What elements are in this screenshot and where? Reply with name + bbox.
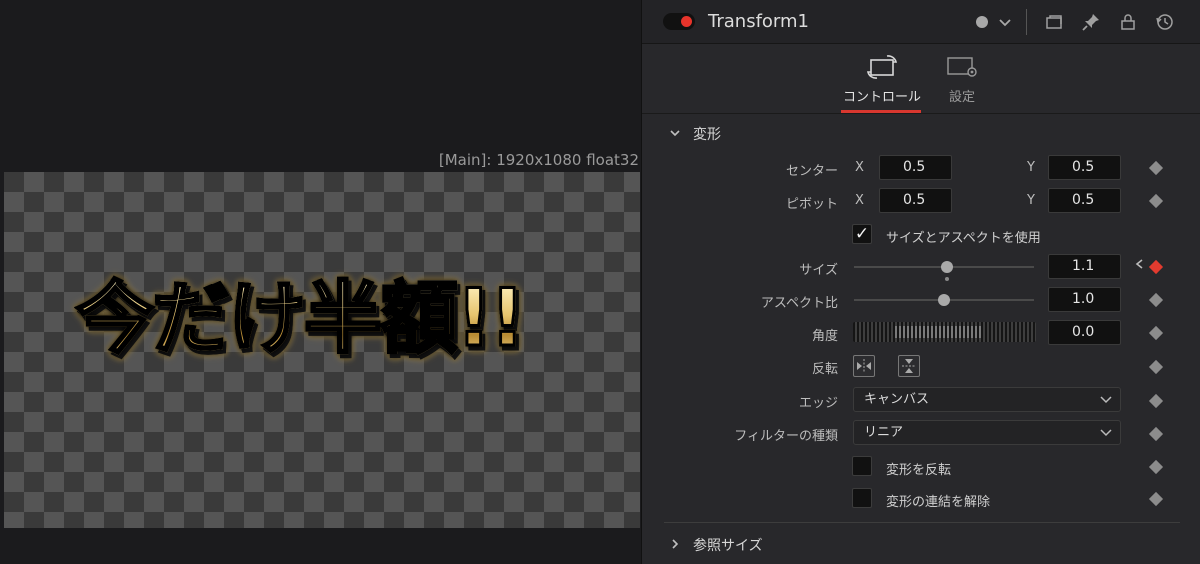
flatten-transform-label: 変形の連結を解除 <box>886 495 991 510</box>
center-x-input[interactable]: 0.5 <box>879 155 952 180</box>
chevron-right-icon <box>669 538 683 553</box>
edges-label: エッジ <box>798 396 838 411</box>
previous-keyframe-icon[interactable] <box>1134 258 1144 274</box>
size-slider-thumb[interactable] <box>941 261 953 273</box>
flip-vertical-icon <box>902 359 916 373</box>
size-input[interactable]: 1.1 <box>1048 254 1121 279</box>
flatten-keyframe-button[interactable] <box>1148 491 1164 507</box>
aspect-slider-thumb[interactable] <box>938 294 950 306</box>
dot-icon[interactable] <box>972 12 992 32</box>
angle-thumbwheel[interactable] <box>853 322 1036 342</box>
header-divider <box>1026 9 1027 35</box>
flip-horizontal-button[interactable] <box>853 355 875 377</box>
size-default-marker <box>945 277 949 281</box>
node-enable-toggle[interactable] <box>663 13 695 30</box>
edges-keyframe-button[interactable] <box>1148 393 1164 409</box>
flip-horizontal-icon <box>857 359 871 373</box>
section-divider <box>664 522 1180 523</box>
angle-keyframe-button[interactable] <box>1148 325 1164 341</box>
settings-icon <box>945 54 979 80</box>
viewer-info-label: [Main]: 1920x1080 float32 <box>438 151 639 169</box>
chevron-down-icon <box>669 127 683 142</box>
invert-keyframe-button[interactable] <box>1148 459 1164 475</box>
flip-keyframe-button[interactable] <box>1148 359 1164 375</box>
node-title: Transform1 <box>708 11 809 32</box>
invert-transform-label: 変形を反転 <box>886 463 952 478</box>
viewer-panel: [Main]: 1920x1080 float32 今だけ半額!! <box>0 0 641 564</box>
tab-controls[interactable]: コントロール <box>841 54 923 113</box>
filter-label: フィルターの種類 <box>734 429 838 444</box>
edges-dropdown[interactable]: キャンバス <box>853 387 1121 412</box>
filter-dropdown[interactable]: リニア <box>853 420 1121 445</box>
pivot-label: ピボット <box>785 197 838 212</box>
center-y-axis: Y <box>1027 160 1035 175</box>
inspector-panel: Transform1 コントロール 設定 変形 センター X 0.5 Y 0.5… <box>641 0 1200 564</box>
transform-icon <box>865 54 899 80</box>
pivot-y-input[interactable]: 0.5 <box>1048 188 1121 213</box>
viewer-canvas[interactable]: 今だけ半額!! <box>4 172 640 528</box>
angle-label: 角度 <box>811 329 838 344</box>
inspector-tabs: コントロール 設定 <box>642 44 1200 114</box>
center-y-input[interactable]: 0.5 <box>1048 155 1121 180</box>
aspect-label: アスペクト比 <box>760 296 838 311</box>
use-size-aspect-label: サイズとアスペクトを使用 <box>886 231 1041 246</box>
section-reference-size-header[interactable]: 参照サイズ <box>669 535 763 555</box>
section-transform-header[interactable]: 変形 <box>669 124 721 144</box>
pin-icon[interactable] <box>1081 12 1101 32</box>
filter-keyframe-button[interactable] <box>1148 426 1164 442</box>
tab-settings-label: 設定 <box>948 90 975 105</box>
title-overlay-text: 今だけ半額!! <box>74 274 526 364</box>
angle-thumbwheel-highlight <box>893 326 983 338</box>
lock-icon[interactable] <box>1118 12 1138 32</box>
pivot-y-axis: Y <box>1027 193 1035 208</box>
tab-settings[interactable]: 設定 <box>942 54 982 105</box>
center-keyframe-button[interactable] <box>1148 160 1164 176</box>
edges-dropdown-value: キャンバス <box>864 392 930 407</box>
chevron-down-icon <box>1100 421 1112 452</box>
flip-label: 反転 <box>811 362 838 377</box>
flatten-transform-checkbox[interactable] <box>852 488 872 508</box>
chevron-down-icon <box>1100 388 1112 419</box>
reset-icon[interactable] <box>1155 12 1175 32</box>
pivot-x-input[interactable]: 0.5 <box>879 188 952 213</box>
size-label: サイズ <box>799 263 838 278</box>
flip-vertical-button[interactable] <box>898 355 920 377</box>
size-keyframe-button[interactable] <box>1148 259 1164 275</box>
filter-dropdown-value: リニア <box>864 425 904 440</box>
tab-controls-label: コントロール <box>842 90 921 105</box>
section-reference-size-label: 参照サイズ <box>693 538 763 554</box>
center-x-axis: X <box>855 160 864 175</box>
aspect-keyframe-button[interactable] <box>1148 292 1164 308</box>
use-size-aspect-checkbox[interactable]: ✓ <box>852 224 872 244</box>
invert-transform-checkbox[interactable] <box>852 456 872 476</box>
chevron-down-icon[interactable] <box>995 12 1015 32</box>
pivot-x-axis: X <box>855 193 864 208</box>
inspector-header: Transform1 <box>642 0 1200 44</box>
section-transform-label: 変形 <box>693 127 721 143</box>
angle-input[interactable]: 0.0 <box>1048 320 1121 345</box>
aspect-input[interactable]: 1.0 <box>1048 287 1121 312</box>
window-icon[interactable] <box>1044 12 1064 32</box>
pivot-keyframe-button[interactable] <box>1148 193 1164 209</box>
center-label: センター <box>785 164 838 179</box>
